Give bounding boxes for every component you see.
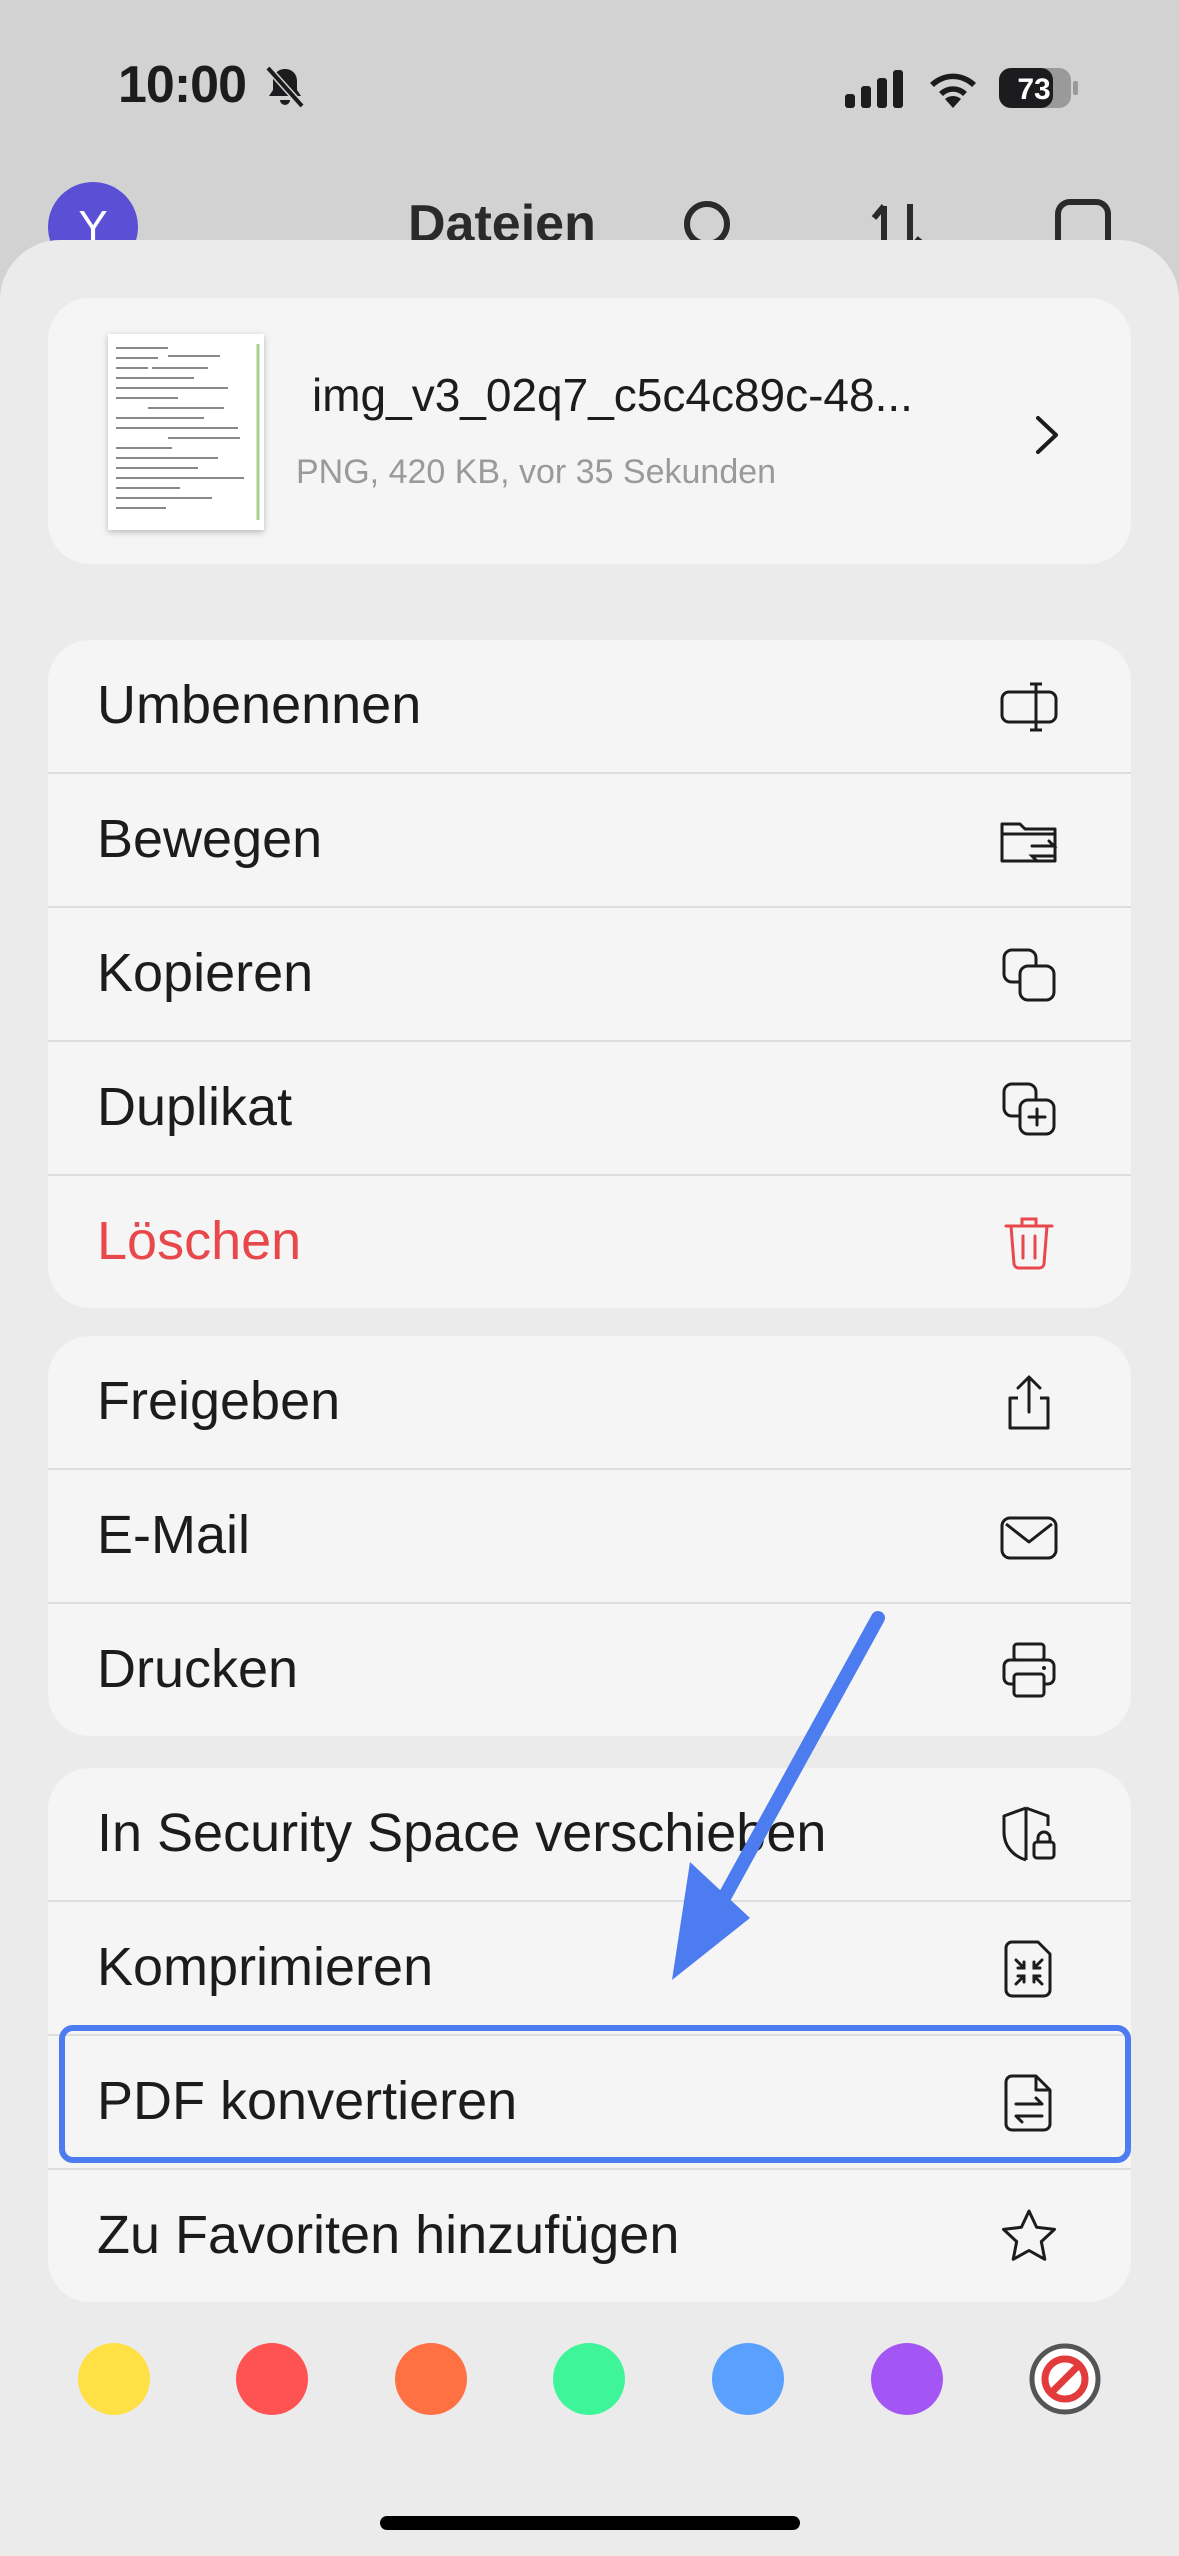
menu-item-label: Löschen	[97, 1211, 302, 1271]
file-meta: PNG, 420 KB, vor 35 Sekunden	[296, 453, 777, 491]
copy-icon	[1002, 948, 1056, 1002]
menu-item-rename[interactable]: Umbenennen	[48, 640, 1131, 774]
menu-item-email[interactable]: E-Mail	[48, 1470, 1131, 1604]
menu-item-label: Komprimieren	[97, 1937, 434, 1997]
menu-item-label: Zu Favoriten hinzufügen	[97, 2205, 680, 2265]
status-time: 10:00	[118, 56, 247, 114]
duplicate-icon	[1002, 1082, 1056, 1136]
star-icon	[1002, 2209, 1056, 2261]
menu-item-compress[interactable]: Komprimieren	[48, 1902, 1131, 2036]
compress-icon	[1004, 1940, 1052, 1998]
menu-item-label: Duplikat	[97, 1077, 293, 1137]
menu-item-share[interactable]: Freigeben	[48, 1336, 1131, 1470]
shield-lock-icon	[1002, 1806, 1056, 1862]
menu-item-label: E-Mail	[97, 1505, 251, 1565]
move-folder-icon	[1000, 822, 1058, 863]
color-tag-green[interactable]	[553, 2343, 625, 2415]
file-info-card[interactable]: img_v3_02q7_c5c4c89c-48... PNG, 420 KB, …	[48, 298, 1131, 564]
battery-level: 73	[1017, 73, 1050, 106]
chevron-right-icon[interactable]	[1028, 410, 1068, 460]
menu-item-delete[interactable]: Löschen	[48, 1176, 1131, 1308]
menu-group-share-actions: Freigeben E-Mail Drucken	[48, 1336, 1131, 1736]
bell-muted-icon	[265, 65, 305, 109]
mail-icon	[1000, 1516, 1058, 1560]
document-preview-icon	[108, 334, 264, 530]
share-icon	[1008, 1375, 1050, 1430]
cellular-signal-icon	[845, 70, 903, 108]
menu-item-label: Umbenennen	[97, 675, 422, 735]
menu-item-label: Freigeben	[97, 1371, 341, 1431]
no-color-tag-icon[interactable]	[1029, 2343, 1101, 2415]
rename-icon	[1000, 682, 1058, 732]
menu-item-security-space[interactable]: In Security Space verschieben	[48, 1768, 1131, 1902]
file-name: img_v3_02q7_c5c4c89c-48...	[312, 369, 913, 421]
menu-item-label: In Security Space verschieben	[97, 1803, 827, 1863]
printer-icon	[1002, 1642, 1056, 1698]
menu-item-move[interactable]: Bewegen	[48, 774, 1131, 908]
color-tag-orange[interactable]	[395, 2343, 467, 2415]
trash-icon	[1004, 1217, 1054, 1270]
menu-item-print[interactable]: Drucken	[48, 1604, 1131, 1736]
menu-item-label: Kopieren	[97, 943, 314, 1003]
menu-group-file-actions: Umbenennen Bewegen Kopieren Duplikat Lös…	[48, 640, 1131, 1308]
home-indicator[interactable]	[380, 2516, 800, 2530]
color-tag-red[interactable]	[236, 2343, 308, 2415]
menu-item-duplicate[interactable]: Duplikat	[48, 1042, 1131, 1176]
menu-item-label: Drucken	[97, 1639, 299, 1699]
color-tag-purple[interactable]	[871, 2343, 943, 2415]
menu-item-label: Bewegen	[97, 809, 323, 869]
color-tag-blue[interactable]	[712, 2343, 784, 2415]
menu-item-favorite[interactable]: Zu Favoriten hinzufügen	[48, 2170, 1131, 2302]
highlight-box	[59, 2025, 1131, 2163]
battery-icon: 73	[999, 68, 1078, 108]
wifi-icon	[930, 73, 976, 108]
menu-item-copy[interactable]: Kopieren	[48, 908, 1131, 1042]
color-tag-yellow[interactable]	[78, 2343, 150, 2415]
file-thumbnail	[108, 334, 264, 530]
